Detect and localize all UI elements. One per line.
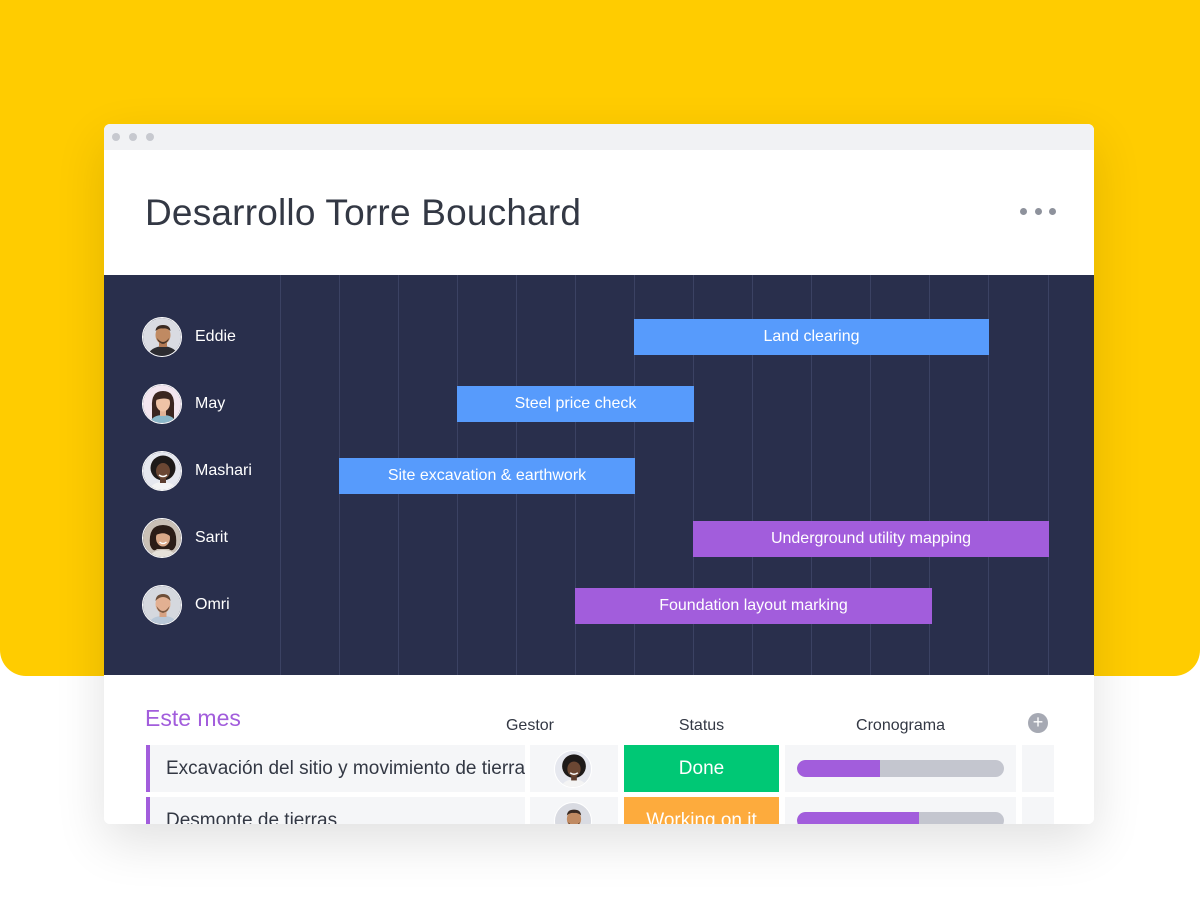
group-title[interactable]: Este mes <box>145 705 241 732</box>
person-name: Omri <box>195 596 230 613</box>
item-name[interactable]: Desmonte de tierras <box>150 797 525 824</box>
gantt-chart: Eddie May Mashari Sarit Omri Land cleari… <box>104 275 1094 675</box>
window-dot-icon <box>112 133 120 141</box>
timeline-cell[interactable] <box>785 797 1016 824</box>
board-title: Desarrollo Torre Bouchard <box>145 192 582 233</box>
owner-cell[interactable] <box>530 797 618 824</box>
grid-line <box>280 275 281 675</box>
avatar-eddie <box>554 802 592 824</box>
gantt-person-omri: Omri <box>142 584 230 626</box>
gantt-bar-foundation-layout-marking[interactable]: Foundation layout marking <box>575 588 932 624</box>
gantt-bar-steel-price-check[interactable]: Steel price check <box>457 386 694 422</box>
gantt-person-sarit: Sarit <box>142 517 228 559</box>
person-name: May <box>195 395 226 412</box>
person-name: Sarit <box>195 529 228 546</box>
avatar-sarit <box>142 518 182 558</box>
avatar-mashari <box>142 451 182 491</box>
gantt-bar-land-clearing[interactable]: Land clearing <box>634 319 989 355</box>
status-cell[interactable]: Done <box>624 745 779 792</box>
timeline-track <box>797 812 1004 824</box>
add-column-plus-icon[interactable]: + <box>1028 713 1048 733</box>
gantt-person-may: May <box>142 383 225 425</box>
status-cell[interactable]: Working on it <box>624 797 779 824</box>
avatar-omri <box>142 585 182 625</box>
board-header: Desarrollo Torre Bouchard <box>104 150 1094 275</box>
person-name: Mashari <box>195 462 252 479</box>
timeline-fill <box>797 812 920 824</box>
column-header-owner[interactable]: Gestor <box>486 717 574 735</box>
avatar-mashari <box>554 750 592 788</box>
window-dot-icon <box>129 133 137 141</box>
empty-cell[interactable] <box>1022 797 1054 824</box>
more-options-icon[interactable] <box>1020 200 1056 222</box>
owner-cell[interactable] <box>530 745 618 792</box>
window-titlebar <box>104 124 1094 150</box>
grid-line <box>1048 275 1049 675</box>
column-header-timeline[interactable]: Cronograma <box>785 717 1016 735</box>
timeline-cell[interactable] <box>785 745 1016 792</box>
table-row[interactable]: Excavación del sitio y movimiento de tie… <box>146 745 1054 792</box>
table-row[interactable]: Desmonte de tierras Working on it <box>146 797 1054 824</box>
gantt-person-mashari: Mashari <box>142 450 252 492</box>
timeline-track <box>797 760 1004 777</box>
avatar-eddie <box>142 317 182 357</box>
empty-cell[interactable] <box>1022 745 1054 792</box>
item-name[interactable]: Excavación del sitio y movimiento de tie… <box>150 745 525 792</box>
window-dot-icon <box>146 133 154 141</box>
board-window: Desarrollo Torre Bouchard Eddie May Mash… <box>104 124 1094 824</box>
avatar-may <box>142 384 182 424</box>
column-header-status[interactable]: Status <box>624 717 779 735</box>
gantt-bar-site-excavation[interactable]: Site excavation & earthwork <box>339 458 635 494</box>
gantt-person-eddie: Eddie <box>142 316 236 358</box>
gantt-bar-underground-utility-mapping[interactable]: Underground utility mapping <box>693 521 1049 557</box>
board-table: Este mes Gestor Status Cronograma + Exca… <box>104 675 1094 824</box>
timeline-fill <box>797 760 880 777</box>
person-name: Eddie <box>195 328 236 345</box>
